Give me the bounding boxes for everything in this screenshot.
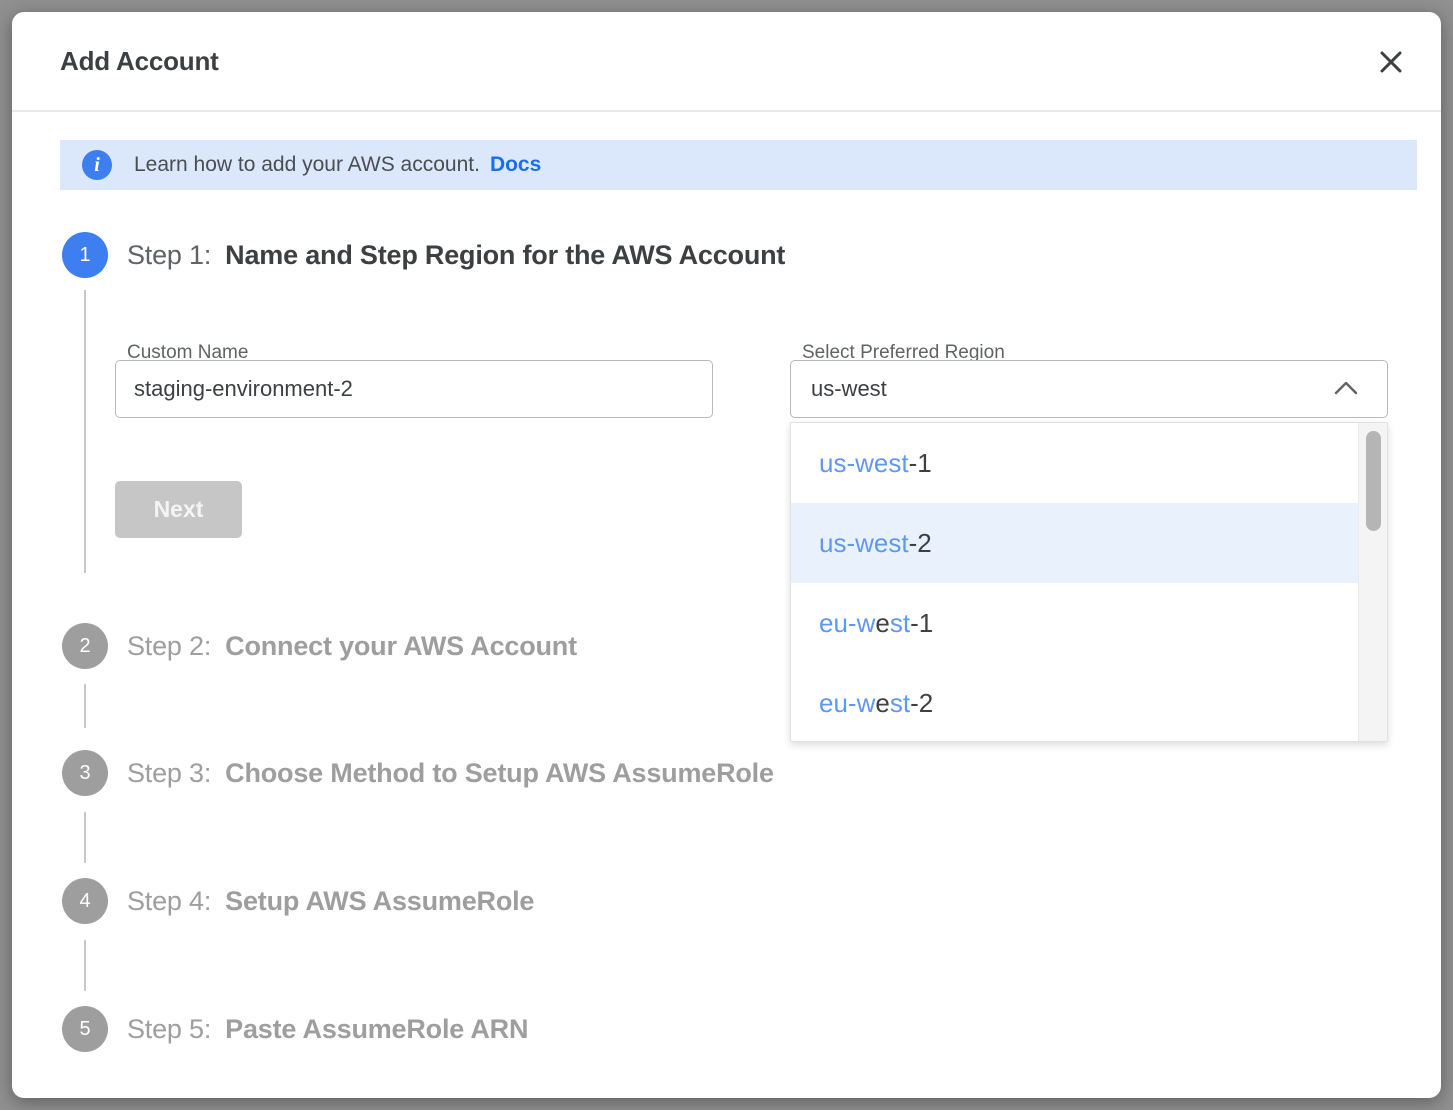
close-icon (1378, 49, 1404, 75)
dialog-header: Add Account (12, 12, 1441, 112)
step-4-circle: 4 (62, 878, 108, 924)
option-eu-west-1[interactable]: eu-west-1 (791, 583, 1359, 663)
next-button[interactable]: Next (115, 481, 242, 538)
close-button[interactable] (1373, 44, 1409, 80)
region-dropdown: us-west-1 us-west-2 eu-west-1 eu-west-2 (790, 422, 1388, 742)
dropdown-scrollbar[interactable] (1358, 423, 1387, 741)
step-1-prefix: Step 1: (127, 240, 211, 270)
step-4-title: Setup AWS AssumeRole (225, 886, 534, 916)
docs-link[interactable]: Docs (490, 153, 541, 177)
step-2-heading: Step 2: Connect your AWS Account (127, 631, 577, 662)
step-4-heading: Step 4: Setup AWS AssumeRole (127, 886, 534, 917)
step-1-title: Name and Step Region for the AWS Account (225, 240, 785, 270)
info-banner: i Learn how to add your AWS account. Doc… (60, 140, 1417, 190)
step-4-prefix: Step 4: (127, 886, 211, 916)
step-3-heading: Step 3: Choose Method to Setup AWS Assume… (127, 758, 774, 789)
step-5-row: 5 Step 5: Paste AssumeRole ARN (62, 1006, 528, 1052)
region-input[interactable] (791, 361, 1387, 417)
step-2-prefix: Step 2: (127, 631, 211, 661)
step-2-title: Connect your AWS Account (225, 631, 577, 661)
step-3-row: 3 Step 3: Choose Method to Setup AWS Assu… (62, 750, 774, 796)
step-5-heading: Step 5: Paste AssumeRole ARN (127, 1014, 528, 1045)
step-3-title: Choose Method to Setup AWS AssumeRole (225, 758, 774, 788)
banner-text: Learn how to add your AWS account. (134, 153, 480, 177)
step-3-circle: 3 (62, 750, 108, 796)
option-eu-west-2[interactable]: eu-west-2 (791, 663, 1359, 743)
step-2-circle: 2 (62, 623, 108, 669)
step-1-row: 1 Step 1: Name and Step Region for the AW… (62, 232, 785, 278)
step-connector-line (84, 812, 86, 863)
step-5-circle: 5 (62, 1006, 108, 1052)
custom-name-input[interactable] (115, 360, 713, 418)
step-5-prefix: Step 5: (127, 1014, 211, 1044)
step-5-title: Paste AssumeRole ARN (225, 1014, 528, 1044)
dialog-title: Add Account (60, 46, 219, 77)
dropdown-scrollbar-thumb[interactable] (1366, 431, 1381, 531)
step-1-circle: 1 (62, 232, 108, 278)
step-connector-line (84, 684, 86, 728)
add-account-dialog: Add Account i Learn how to add your AWS … (12, 12, 1441, 1098)
step-connector-line (84, 290, 86, 573)
step-2-row: 2 Step 2: Connect your AWS Account (62, 623, 577, 669)
step-3-prefix: Step 3: (127, 758, 211, 788)
option-us-west-1[interactable]: us-west-1 (791, 423, 1359, 503)
step-1-heading: Step 1: Name and Step Region for the AWS … (127, 240, 785, 271)
region-combobox[interactable] (790, 360, 1388, 418)
step-connector-line (84, 940, 86, 991)
option-us-west-2[interactable]: us-west-2 (791, 503, 1359, 583)
info-icon: i (82, 150, 112, 180)
step-4-row: 4 Step 4: Setup AWS AssumeRole (62, 878, 534, 924)
